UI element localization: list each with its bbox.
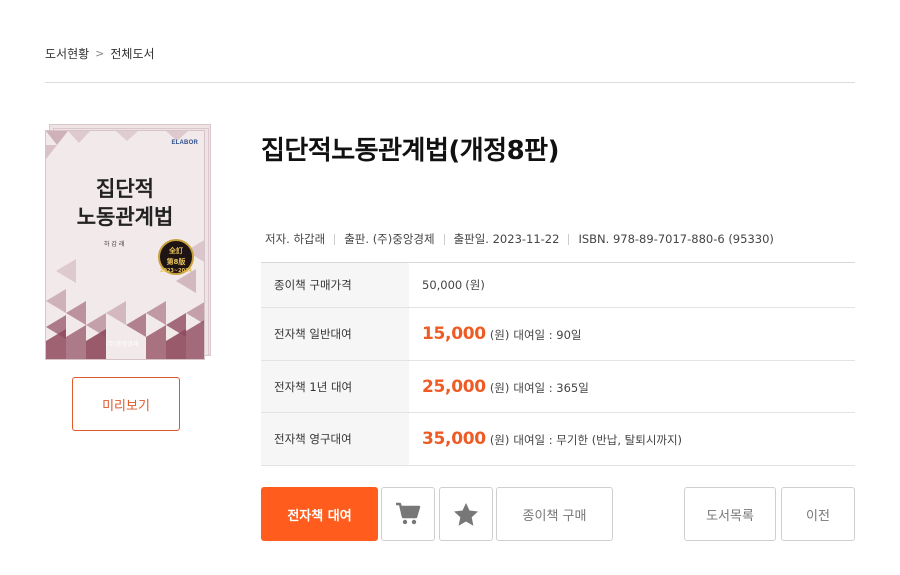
rental-period: 대여일 : 365일: [513, 380, 589, 395]
meta-divider: [568, 233, 570, 245]
table-row: 전자책 영구대여 35,000 (원) 대여일 : 무기한 (반납, 탈퇴시까지…: [261, 413, 855, 466]
favorite-button[interactable]: [439, 487, 493, 541]
price-value: 25,000 (원) 대여일 : 365일: [409, 377, 589, 397]
meta-divider: [443, 233, 445, 245]
table-row: 전자책 1년 대여 25,000 (원) 대여일 : 365일: [261, 361, 855, 413]
cover-title-line1: 집단적: [96, 176, 154, 201]
price-value: 50,000 (원): [409, 277, 485, 293]
cart-icon: [396, 502, 421, 525]
add-to-cart-button[interactable]: [381, 487, 435, 541]
breadcrumb-separator: >: [95, 47, 105, 60]
price-label: 전자책 일반대여: [261, 308, 409, 360]
price-unit: (원): [465, 278, 485, 292]
price-amount: 25,000: [422, 376, 486, 397]
cover-publisher: (주)중앙경제: [106, 341, 139, 348]
meta-date: 출판일. 2023-11-22: [453, 232, 560, 246]
rental-period: 대여일 : 90일: [513, 328, 582, 342]
price-unit: (원): [489, 380, 510, 395]
price-amount: 35,000: [422, 429, 486, 449]
table-row: 전자책 일반대여 15,000 (원) 대여일 : 90일: [261, 308, 855, 361]
price-amount: 50,000: [422, 278, 463, 292]
action-bar: 전자책 대여 종이책 구매 도서목록 이전: [0, 487, 900, 541]
meta-author: 저자. 하갑래: [265, 232, 326, 246]
price-value: 15,000 (원) 대여일 : 90일: [409, 324, 582, 344]
meta-divider: [334, 233, 336, 245]
meta-isbn: ISBN. 978-89-7017-880-6 (95330): [578, 232, 774, 246]
seal-text: 第8版: [166, 258, 186, 266]
buy-paper-book-button[interactable]: 종이책 구매: [496, 487, 613, 541]
breadcrumb-item-books-status[interactable]: 도서현황: [45, 45, 89, 62]
price-value: 35,000 (원) 대여일 : 무기한 (반납, 탈퇴시까지): [409, 429, 682, 449]
star-icon: [454, 502, 478, 526]
ebook-rent-button[interactable]: 전자책 대여: [261, 487, 378, 541]
price-label: 종이책 구매가격: [261, 263, 409, 307]
price-table: 종이책 구매가격 50,000 (원) 전자책 일반대여 15,000 (원) …: [261, 262, 855, 466]
cover-author: 하 갑 래: [104, 241, 125, 248]
price-unit: (원): [489, 433, 510, 447]
price-label: 전자책 1년 대여: [261, 361, 409, 412]
price-unit: (원): [489, 328, 510, 342]
breadcrumb-item-all-books[interactable]: 전체도서: [110, 45, 154, 62]
cover-front: ELABOR 집단적 노동관계법 하 갑 래 全訂 第8版 2023~2024 …: [45, 130, 205, 360]
rental-period: 대여일 : 무기한 (반납, 탈퇴시까지): [513, 433, 683, 447]
cover-brand: ELABOR: [171, 140, 198, 146]
back-button[interactable]: 이전: [781, 487, 855, 541]
table-row: 종이책 구매가격 50,000 (원): [261, 263, 855, 308]
edition-seal: 全訂 第8版 2023~2024: [158, 239, 194, 275]
page-title: 집단적노동관계법(개정8판): [261, 136, 559, 166]
seal-text: 2023~2024: [160, 268, 193, 274]
price-amount: 15,000: [422, 324, 486, 344]
meta-publisher: 출판. (주)중앙경제: [344, 232, 435, 246]
book-cover: ELABOR 집단적 노동관계법 하 갑 래 全訂 第8版 2023~2024 …: [45, 124, 211, 360]
breadcrumb: 도서현황 > 전체도서: [45, 45, 155, 62]
book-meta: 저자. 하갑래 출판. (주)중앙경제 출판일. 2023-11-22 ISBN…: [265, 231, 774, 247]
seal-text: 全訂: [169, 247, 183, 255]
divider: [45, 82, 855, 83]
price-label: 전자책 영구대여: [261, 413, 409, 465]
book-list-button[interactable]: 도서목록: [684, 487, 776, 541]
cover-title-line2: 노동관계법: [76, 204, 174, 229]
preview-button[interactable]: 미리보기: [72, 377, 180, 431]
